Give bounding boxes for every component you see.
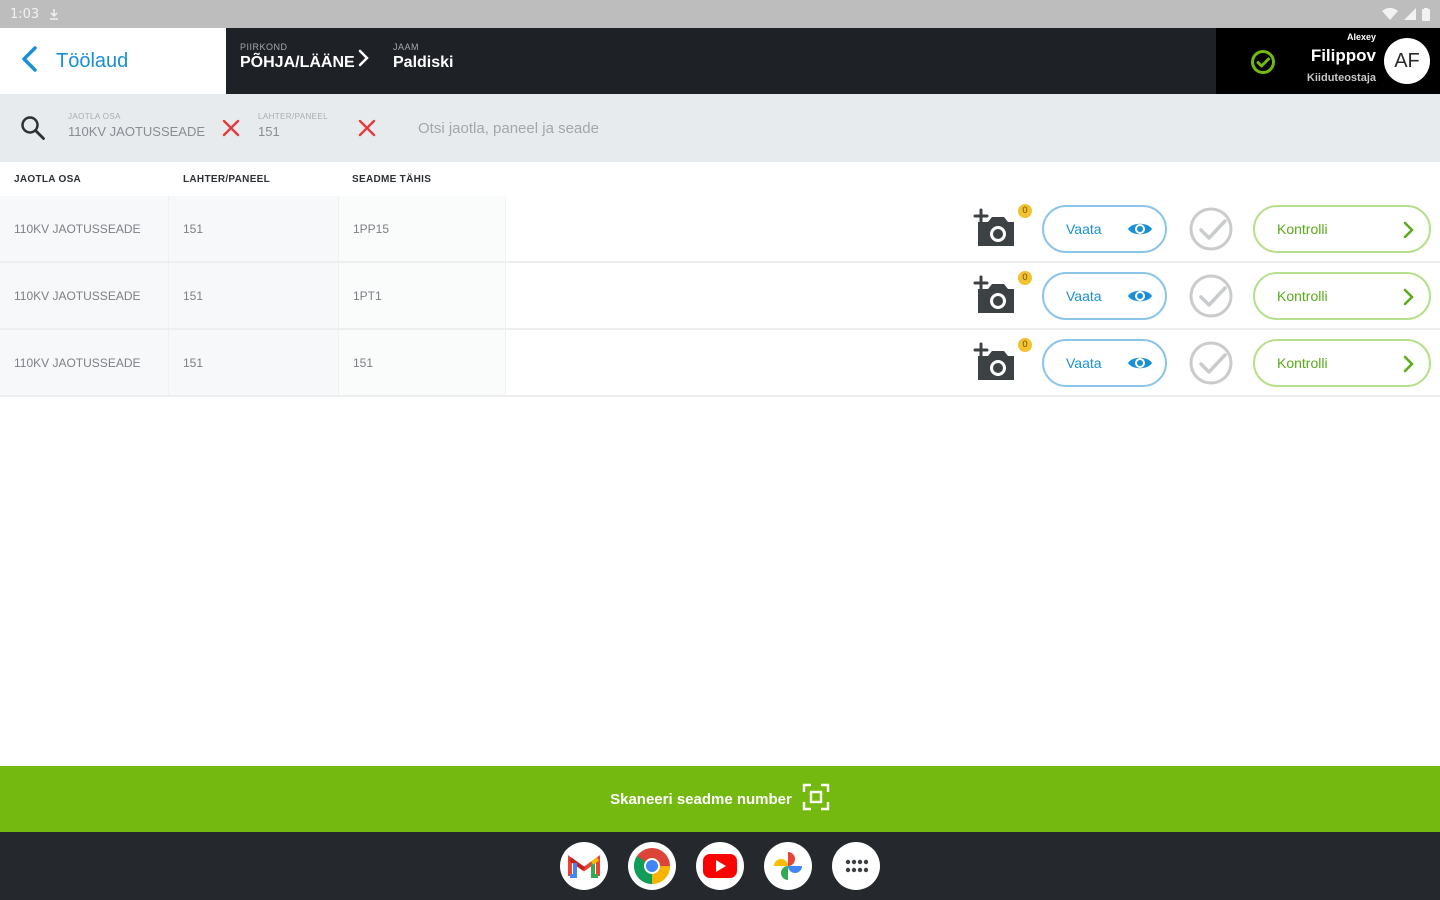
scan-frame-icon	[802, 783, 830, 815]
cell-jaotla: 110KV JAOTUSSEADE	[0, 196, 168, 261]
cell-seade: 1PP15	[338, 196, 506, 261]
breadcrumb-region-caption: PIIRKOND	[240, 42, 288, 52]
view-button[interactable]: Vaata	[1042, 205, 1167, 253]
user-first-name: Alexey	[1346, 32, 1376, 42]
cell-lahter: 151	[168, 263, 338, 328]
cell-lahter: 151	[168, 330, 338, 395]
photo-count-badge: 0	[1016, 269, 1034, 287]
cell-lahter: 151	[168, 196, 338, 261]
eye-icon	[1127, 286, 1153, 309]
chevron-right-icon	[1401, 287, 1415, 310]
column-header-jaotla: JAOTLA OSA	[14, 174, 82, 185]
chrome-icon[interactable]	[628, 842, 676, 890]
breadcrumb-region-value: PÕHJA/LÄÄNE	[240, 54, 355, 71]
check-circle-outline-icon	[1188, 341, 1234, 390]
filter-chip-lahter: LAHTER/PANEEL 151	[258, 112, 328, 139]
chevron-right-icon	[356, 48, 370, 72]
breadcrumb-station[interactable]: JAAM Paldiski	[393, 42, 453, 72]
add-photo-button[interactable]: 0	[972, 202, 1034, 250]
youtube-icon[interactable]	[696, 842, 744, 890]
control-button[interactable]: Kontrolli	[1253, 272, 1431, 320]
scan-device-button[interactable]: Skaneeri seadme number	[0, 766, 1440, 832]
breadcrumb-station-value: Paldiski	[393, 54, 454, 71]
add-photo-button[interactable]: 0	[972, 336, 1034, 384]
check-circle-outline-icon	[1188, 207, 1234, 256]
filter-chip-jaotla-value: 110KV JAOTUSSEADE	[68, 124, 206, 139]
filter-chip-lahter-caption: LAHTER/PANEEL	[258, 112, 328, 121]
cell-seade: 151	[338, 330, 506, 395]
table-row[interactable]: 110KV JAOTUSSEADE 151 151 0 Vaata Kontro…	[0, 330, 1440, 397]
user-role: Kiiduteostaja	[1306, 72, 1376, 84]
eye-icon	[1127, 219, 1153, 242]
chevron-right-icon	[1401, 354, 1415, 377]
signal-icon	[1404, 8, 1416, 20]
control-button[interactable]: Kontrolli	[1253, 339, 1431, 387]
control-button-label: Kontrolli	[1277, 355, 1328, 371]
filter-bar: JAOTLA OSA 110KV JAOTUSSEADE LAHTER/PANE…	[0, 94, 1440, 162]
mark-checked-button[interactable]	[1188, 340, 1234, 390]
app-header: Töölaud PIIRKOND PÕHJA/LÄÄNE JAAM Paldis…	[0, 28, 1440, 94]
apps-icon[interactable]	[832, 842, 880, 890]
search-input[interactable]	[406, 114, 1006, 142]
status-time: 1:03	[10, 6, 40, 22]
filter-chip-lahter-value: 151	[258, 124, 280, 139]
camera-plus-icon	[972, 342, 1020, 388]
breadcrumb-station-caption: JAAM	[393, 42, 420, 52]
cell-jaotla: 110KV JAOTUSSEADE	[0, 263, 168, 328]
control-button[interactable]: Kontrolli	[1253, 205, 1431, 253]
column-header-lahter: LAHTER/PANEEL	[183, 174, 271, 185]
column-header-seade: SEADME TÄHIS	[352, 174, 432, 185]
view-button-label: Vaata	[1066, 355, 1102, 371]
table-row[interactable]: 110KV JAOTUSSEADE 151 1PP15 0 Vaata Kont…	[0, 196, 1440, 263]
eye-icon	[1127, 353, 1153, 376]
view-button[interactable]: Vaata	[1042, 272, 1167, 320]
camera-plus-icon	[972, 275, 1020, 321]
gmail-icon[interactable]	[560, 842, 608, 890]
cell-seade: 1PT1	[338, 263, 506, 328]
control-button-label: Kontrolli	[1277, 221, 1328, 237]
user-panel[interactable]: Alexey Filippov Kiiduteostaja AF	[1216, 28, 1440, 94]
chevron-left-icon	[20, 45, 38, 77]
photos-icon[interactable]	[764, 842, 812, 890]
remove-filter-lahter-icon[interactable]	[358, 119, 376, 141]
wifi-icon	[1382, 8, 1398, 20]
android-dock	[0, 832, 1440, 900]
remove-filter-jaotla-icon[interactable]	[222, 119, 240, 141]
chevron-right-icon	[1401, 220, 1415, 243]
battery-icon	[1422, 7, 1430, 21]
table-header: JAOTLA OSA LAHTER/PANEEL SEADME TÄHIS	[0, 168, 1440, 194]
view-button-label: Vaata	[1066, 221, 1102, 237]
back-button[interactable]: Töölaud	[0, 28, 226, 94]
cell-jaotla: 110KV JAOTUSSEADE	[0, 330, 168, 395]
avatar[interactable]: AF	[1384, 38, 1430, 84]
mark-checked-button[interactable]	[1188, 273, 1234, 323]
search-icon	[20, 115, 46, 145]
filter-chip-jaotla: JAOTLA OSA 110KV JAOTUSSEADE	[68, 112, 205, 139]
add-photo-button[interactable]: 0	[972, 269, 1034, 317]
view-button-label: Vaata	[1066, 288, 1102, 304]
check-circle-outline-icon	[1188, 274, 1234, 323]
user-last-name: Filippov	[1310, 46, 1376, 65]
photo-count-badge: 0	[1016, 336, 1034, 354]
camera-plus-icon	[972, 208, 1020, 254]
table-row[interactable]: 110KV JAOTUSSEADE 151 1PT1 0 Vaata Kontr…	[0, 263, 1440, 330]
download-icon	[49, 8, 59, 20]
device-table: 110KV JAOTUSSEADE 151 1PP15 0 Vaata Kont…	[0, 196, 1440, 397]
scan-label: Skaneeri seadme number	[610, 790, 792, 808]
control-button-label: Kontrolli	[1277, 288, 1328, 304]
check-circle-icon	[1250, 49, 1276, 79]
view-button[interactable]: Vaata	[1042, 339, 1167, 387]
filter-chip-jaotla-caption: JAOTLA OSA	[68, 112, 121, 121]
mark-checked-button[interactable]	[1188, 206, 1234, 256]
breadcrumb-region[interactable]: PIIRKOND PÕHJA/LÄÄNE	[240, 42, 355, 72]
back-label: Töölaud	[56, 49, 129, 72]
status-bar: 1:03	[0, 0, 1440, 28]
photo-count-badge: 0	[1016, 202, 1034, 220]
